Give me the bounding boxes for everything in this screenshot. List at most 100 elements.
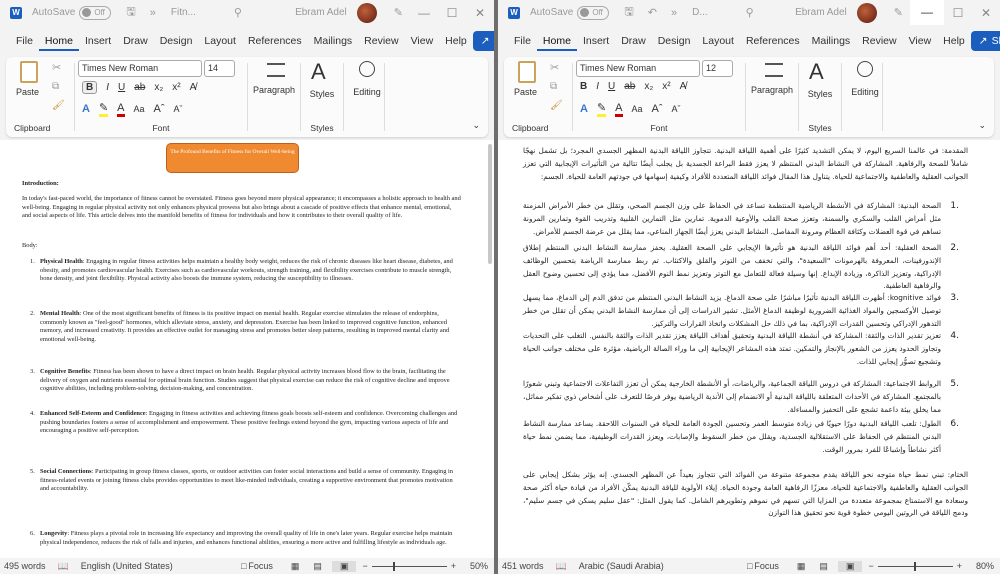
autosave-toggle[interactable]: Off	[577, 5, 610, 20]
italic-icon[interactable]: I	[106, 82, 109, 93]
tab-item[interactable]: Insert	[577, 31, 615, 51]
user-name[interactable]: Ebram Adel	[295, 7, 347, 18]
underline-icon[interactable]: U	[608, 81, 615, 92]
format-painter-icon[interactable]: 🖌	[52, 100, 65, 111]
close-icon[interactable]: ✕	[972, 6, 1000, 20]
strikethrough-icon[interactable]: ab	[134, 82, 145, 93]
paste-button[interactable]: Paste	[514, 87, 537, 97]
search-icon[interactable]: ⚲	[234, 6, 242, 19]
web-layout-icon[interactable]: ▣	[837, 560, 863, 572]
tab-item[interactable]: Help	[439, 31, 473, 51]
zoom-level[interactable]: 50%	[470, 561, 488, 571]
zoom-slider-thumb[interactable]	[913, 561, 916, 571]
font-color-icon[interactable]: A	[117, 102, 125, 117]
cut-icon[interactable]: ✂	[52, 61, 61, 74]
tab-item[interactable]: Draw	[615, 31, 652, 51]
tab-item[interactable]: File	[508, 31, 537, 51]
save-icon[interactable]: 🖫	[126, 3, 135, 22]
focus-icon[interactable]: □	[241, 561, 246, 571]
zoom-out-icon[interactable]: −	[362, 561, 367, 571]
proofing-book-icon[interactable]: 📖	[556, 561, 567, 572]
text-effects-icon[interactable]: A	[82, 103, 90, 115]
collapse-ribbon-icon[interactable]: ⌄	[978, 120, 986, 131]
tab-item[interactable]: Home	[38, 31, 79, 51]
document-page[interactable]: The Profound Benefits of Fitness for Ove…	[0, 140, 494, 558]
subscript-icon[interactable]: x₂	[154, 82, 163, 93]
undo-icon[interactable]: ↶	[648, 6, 657, 19]
proofing-book-icon[interactable]: 📖	[58, 561, 69, 572]
word-count[interactable]: 451 words	[502, 561, 544, 571]
language-indicator[interactable]: English (United States)	[81, 561, 173, 571]
font-size-select[interactable]: 12	[702, 60, 733, 77]
shrink-font-icon[interactable]: Aˇ	[672, 104, 681, 114]
share-button[interactable]: ↗Share▾	[970, 31, 1000, 51]
close-icon[interactable]: ✕	[466, 6, 494, 20]
focus-button[interactable]: Focus	[754, 561, 779, 571]
share-button[interactable]: ↗Share▾	[472, 31, 494, 51]
autosave-toggle[interactable]: Off	[79, 5, 112, 20]
tab-item[interactable]: Layout	[198, 31, 242, 51]
document-filename[interactable]: Fitn...	[171, 7, 196, 18]
zoom-level[interactable]: 80%	[976, 561, 994, 571]
document-page[interactable]: المقدمة: في عالمنا السريع اليوم، لا يمكن…	[498, 140, 1000, 558]
tab-item[interactable]: Review	[358, 31, 404, 51]
tab-item[interactable]: Home	[536, 31, 577, 51]
zoom-slider[interactable]	[877, 561, 953, 571]
bold-icon[interactable]: B	[580, 81, 587, 92]
zoom-in-icon[interactable]: +	[957, 561, 962, 571]
text-effects-icon[interactable]: A	[580, 103, 588, 115]
grow-font-icon[interactable]: Aˆ	[652, 103, 663, 115]
tab-item[interactable]: Mailings	[806, 31, 857, 51]
avatar[interactable]	[856, 2, 877, 23]
more-commands-icon[interactable]: »	[150, 7, 156, 19]
paste-icon[interactable]	[518, 61, 536, 83]
tab-item[interactable]: References	[740, 31, 806, 51]
print-layout-icon[interactable]: ▤	[313, 561, 322, 572]
zoom-out-icon[interactable]: −	[868, 561, 873, 571]
cut-icon[interactable]: ✂	[550, 61, 559, 74]
tab-item[interactable]: View	[405, 31, 440, 51]
title-text-box[interactable]: The Profound Benefits of Fitness for Ove…	[166, 143, 299, 173]
focus-icon[interactable]: □	[747, 561, 752, 571]
zoom-slider[interactable]	[371, 561, 447, 571]
editing-button[interactable]: Editing	[843, 57, 887, 137]
tab-item[interactable]: Review	[856, 31, 902, 51]
paste-button[interactable]: Paste	[16, 87, 39, 97]
minimize-icon[interactable]: —	[910, 0, 944, 25]
underline-icon[interactable]: U	[118, 82, 125, 93]
maximize-icon[interactable]: ☐	[438, 6, 466, 20]
highlight-icon[interactable]: ✎	[596, 101, 607, 117]
styles-button[interactable]: A Styles Styles	[800, 57, 840, 137]
language-indicator[interactable]: Arabic (Saudi Arabia)	[579, 561, 664, 571]
change-case-icon[interactable]: Aa	[134, 104, 145, 114]
italic-icon[interactable]: I	[596, 81, 599, 92]
read-mode-icon[interactable]: ▦	[291, 561, 300, 572]
print-layout-icon[interactable]: ▤	[819, 561, 828, 572]
zoom-slider-thumb[interactable]	[392, 561, 395, 571]
tab-item[interactable]: View	[903, 31, 938, 51]
font-name-select[interactable]: Times New Roman	[576, 60, 700, 77]
font-size-select[interactable]: 14	[204, 60, 235, 77]
tab-item[interactable]: Design	[652, 31, 697, 51]
format-painter-icon[interactable]: 🖌	[550, 100, 563, 111]
paragraph-button[interactable]: Paragraph	[249, 57, 299, 137]
shrink-font-icon[interactable]: Aˇ	[174, 104, 183, 114]
tab-item[interactable]: File	[10, 31, 39, 51]
zoom-in-icon[interactable]: +	[451, 561, 456, 571]
user-name[interactable]: Ebram Adel	[795, 7, 847, 18]
focus-button[interactable]: Focus	[248, 561, 273, 571]
change-case-icon[interactable]: Aa	[632, 104, 643, 114]
tab-item[interactable]: Draw	[117, 31, 154, 51]
highlight-icon[interactable]: ✎	[98, 101, 109, 117]
tab-item[interactable]: Mailings	[308, 31, 359, 51]
read-mode-icon[interactable]: ▦	[797, 561, 806, 572]
tab-item[interactable]: Insert	[79, 31, 117, 51]
paste-icon[interactable]	[20, 61, 38, 83]
clear-formatting-icon[interactable]: A̸	[190, 82, 197, 93]
superscript-icon[interactable]: x²	[662, 81, 670, 92]
subscript-icon[interactable]: x₂	[644, 81, 653, 92]
styles-button[interactable]: A Styles Styles	[302, 57, 342, 137]
avatar[interactable]	[356, 2, 377, 23]
font-color-icon[interactable]: A	[615, 102, 623, 117]
scrollbar[interactable]	[488, 144, 492, 264]
